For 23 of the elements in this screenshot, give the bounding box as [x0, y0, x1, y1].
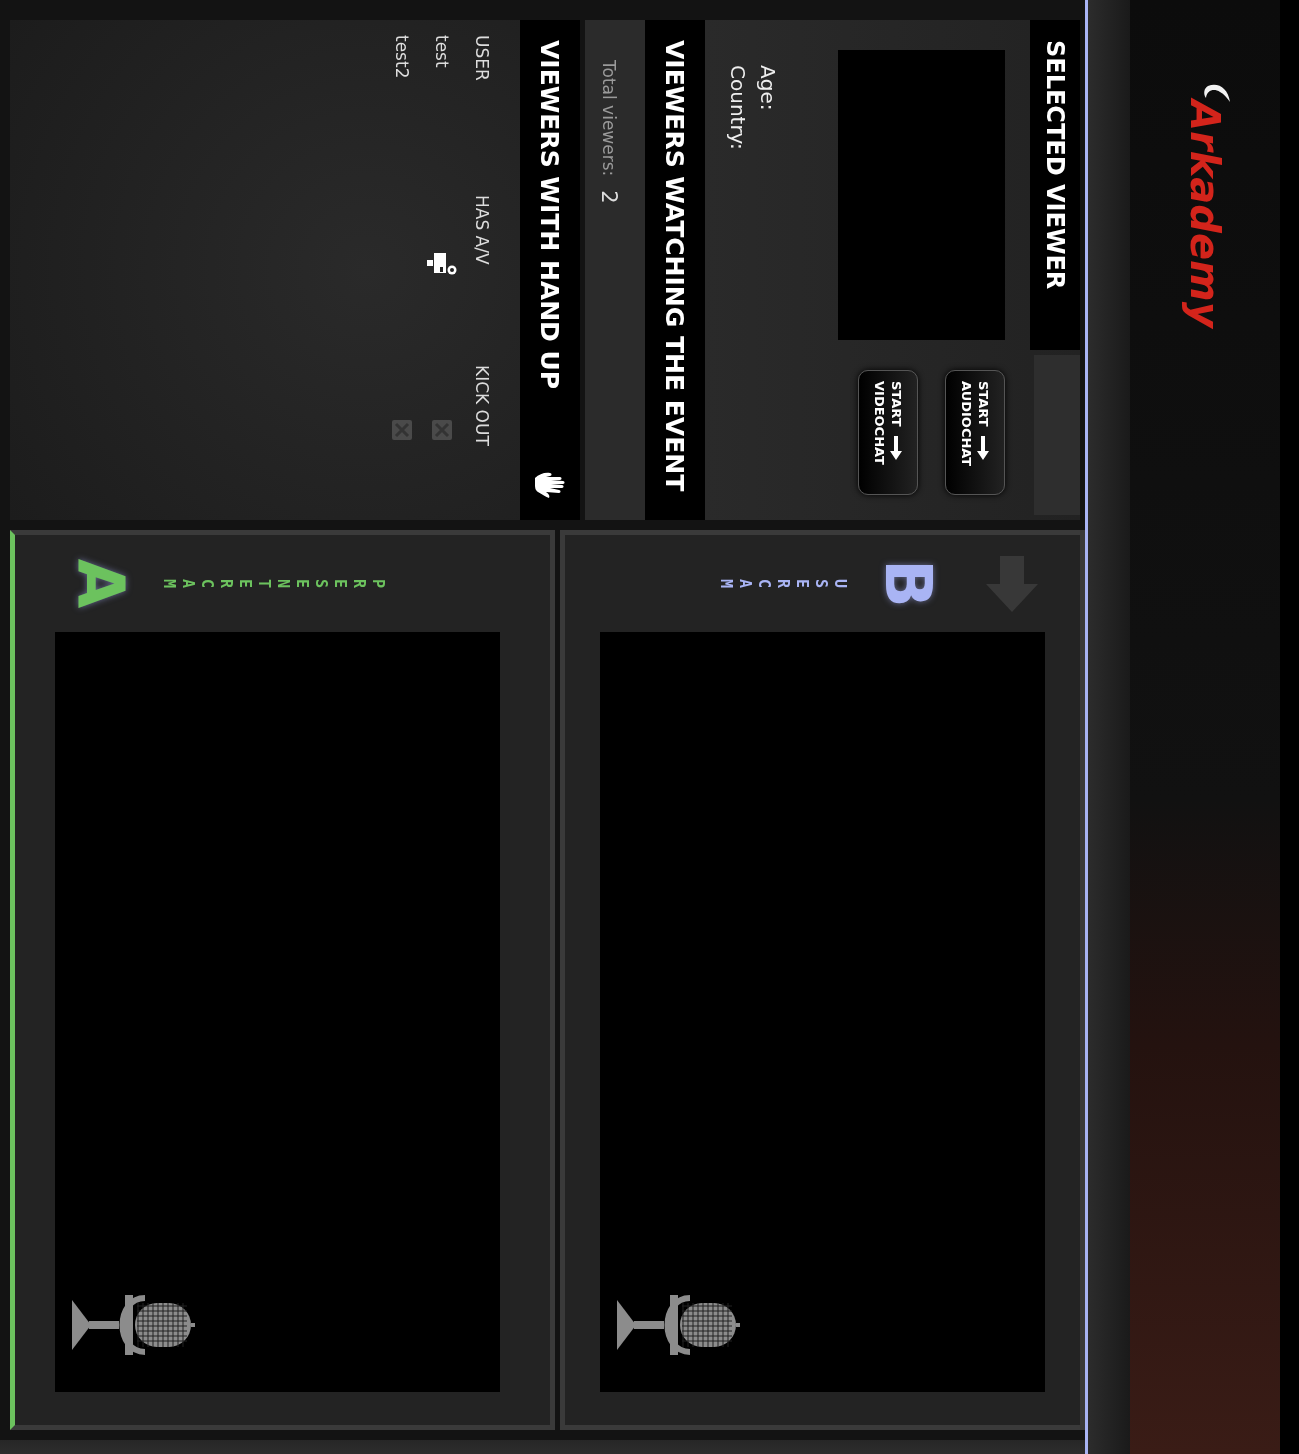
column-header: KICK OUT [472, 365, 492, 446]
field-label: Country: [725, 65, 751, 152]
column-header: HAS A/V [472, 195, 492, 265]
close-icon[interactable] [392, 420, 412, 440]
column-header: USER [472, 35, 492, 81]
arrow-icon [889, 434, 904, 461]
hand-icon [534, 470, 566, 500]
section-title: VIEWERS WATCHING THE EVENT [645, 20, 705, 520]
total-label: Total viewers: [599, 60, 619, 177]
panel-title: SELECTED VIEWER [1030, 20, 1080, 350]
field-label: Age: [755, 65, 781, 113]
camera-label: USER CAM [716, 578, 849, 590]
arrow-icon [976, 434, 991, 461]
user-name: test [432, 35, 452, 68]
camera-letter: B [877, 559, 939, 608]
user-name: test2 [392, 35, 412, 79]
camera-label: PRESENTER CAM [159, 578, 387, 590]
close-icon[interactable] [432, 420, 452, 440]
camera-letter: A [69, 558, 131, 609]
start-chat-button[interactable]: START AUDIOCHAT [945, 370, 1005, 495]
section-title: VIEWERS WITH HAND UP [535, 40, 565, 390]
total-count: 2 [597, 190, 621, 204]
start-chat-button[interactable]: START VIDEOCHAT [858, 370, 918, 495]
